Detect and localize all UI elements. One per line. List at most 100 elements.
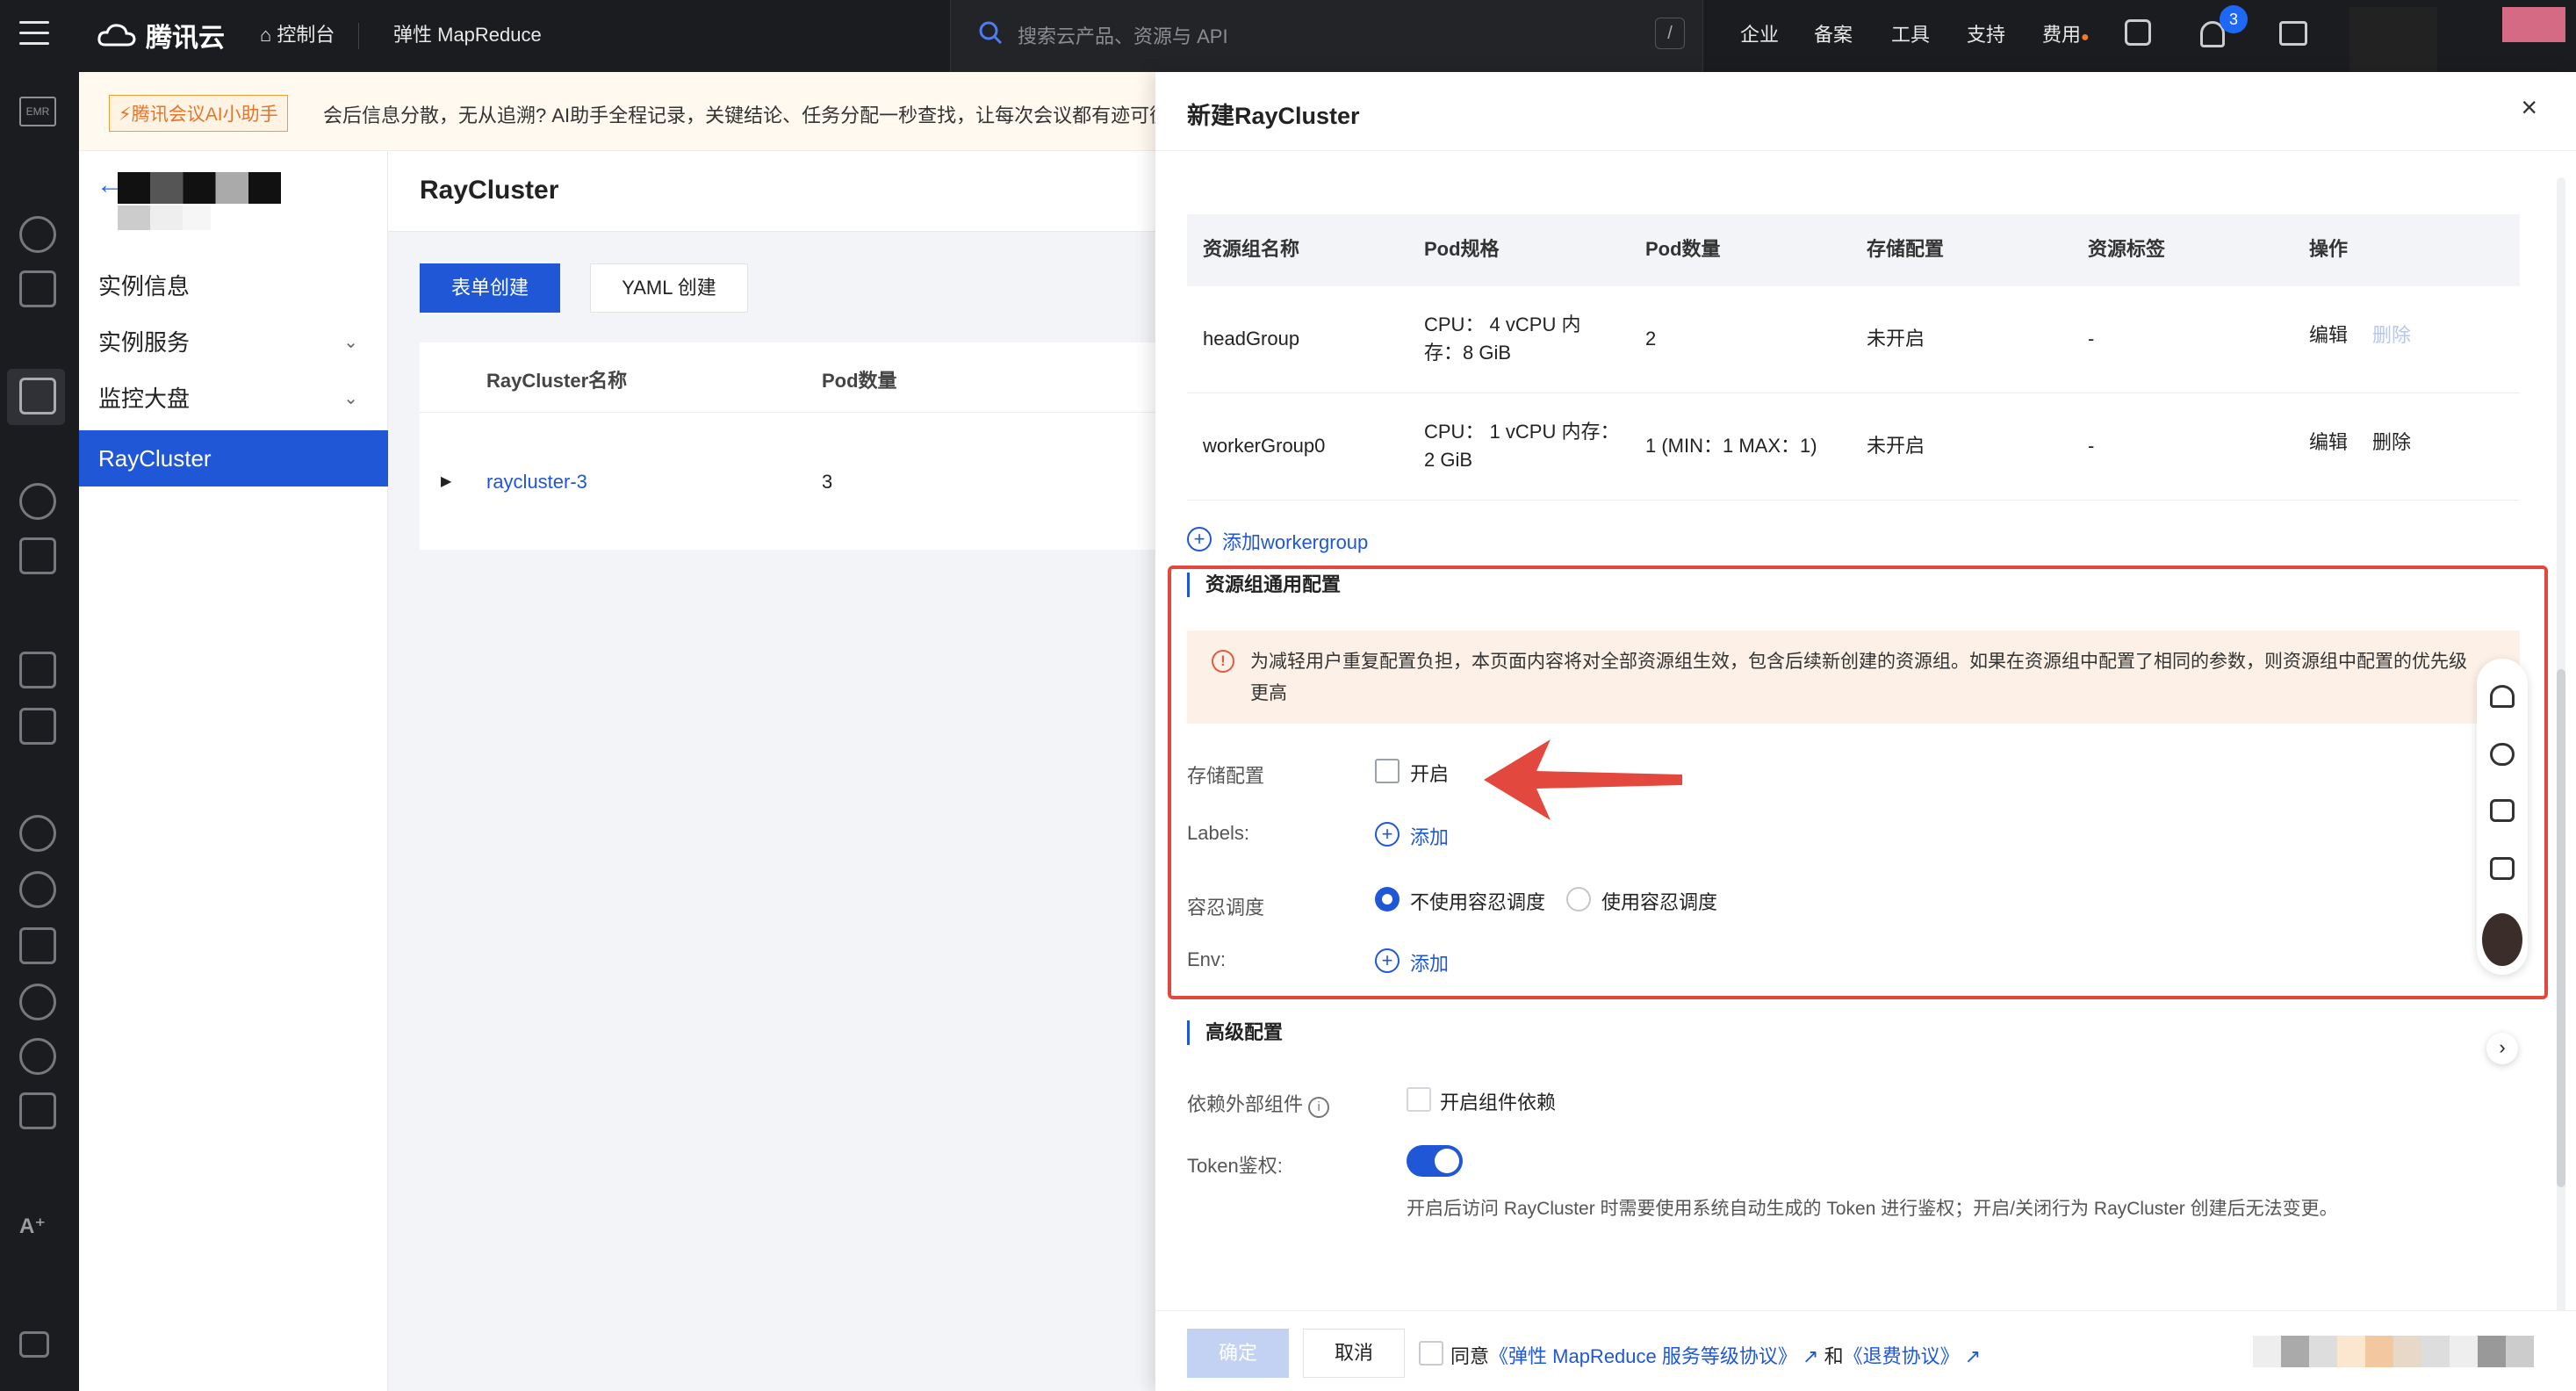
product-link[interactable]: 弹性 MapReduce	[393, 19, 542, 47]
storage-config-label: 存储配置	[1187, 765, 1265, 787]
globe-icon[interactable]	[19, 984, 56, 1020]
yaml-create-button[interactable]: YAML 创建	[590, 263, 748, 313]
refund-link[interactable]: 《退费协议》	[1844, 1345, 1960, 1367]
emr-icon[interactable]: EMR	[19, 97, 56, 126]
document-icon[interactable]	[19, 270, 56, 307]
lightning-icon[interactable]	[19, 483, 56, 520]
sidebar-item-raycluster[interactable]: RayCluster	[79, 430, 388, 486]
user-settings-icon[interactable]	[19, 815, 56, 852]
sidebar-item-monitoring[interactable]: 监控大盘 ⌄	[79, 371, 388, 427]
storage-enable-checkbox[interactable]	[1375, 759, 1400, 783]
cancel-button[interactable]: 取消	[1303, 1329, 1405, 1378]
sla-link[interactable]: 《弹性 MapReduce 服务等级协议》	[1489, 1345, 1797, 1367]
info-icon[interactable]: i	[1308, 1097, 1330, 1118]
nav-support[interactable]: 支持	[1967, 19, 2005, 47]
close-icon[interactable]: ×	[2521, 91, 2537, 124]
sidebar-item-instance-info[interactable]: 实例信息	[79, 258, 388, 314]
toleration-off-radio[interactable]	[1375, 887, 1400, 912]
report-icon[interactable]	[19, 927, 56, 964]
warning-icon: !	[1212, 650, 1234, 673]
menu-icon[interactable]	[19, 21, 49, 49]
cart-icon[interactable]	[2279, 21, 2307, 46]
ai-icon[interactable]: A⁺	[19, 1214, 46, 1239]
nav-enterprise[interactable]: 企业	[1740, 19, 1779, 47]
scrollbar[interactable]	[2557, 177, 2565, 1345]
cloud-icon[interactable]	[2490, 743, 2515, 766]
sidebar-item-label: 实例服务	[98, 329, 191, 356]
feedback-icon[interactable]	[2490, 857, 2515, 880]
token-auth-toggle[interactable]	[1407, 1145, 1463, 1177]
headset-icon[interactable]	[2490, 685, 2515, 708]
drawer-header: 新建RayCluster ×	[1155, 72, 2576, 151]
table-icon[interactable]	[19, 708, 56, 745]
agree-checkbox[interactable]	[1419, 1341, 1443, 1366]
shield-icon[interactable]	[19, 1038, 56, 1075]
console-link[interactable]: ⌂ 控制台	[260, 19, 335, 47]
collapse-panel-icon[interactable]	[19, 1331, 49, 1358]
group-labels: -	[2088, 435, 2095, 457]
col-header-name: RayCluster名称	[486, 370, 628, 392]
toleration-on-label: 使用容忍调度	[1601, 891, 1718, 913]
global-search[interactable]: 搜索云产品、资源与 API /	[950, 0, 1703, 72]
dashboard-icon[interactable]	[19, 216, 56, 253]
nav-billing[interactable]: 费用●	[2042, 19, 2090, 47]
resource-group-table: 资源组名称 Pod规格 Pod数量 存储配置 资源标签 操作 headGroup…	[1187, 214, 2520, 501]
nav-filing[interactable]: 备案	[1814, 19, 1853, 47]
add-circle-icon[interactable]: +	[1375, 822, 1400, 847]
account-pixelated[interactable]	[2349, 7, 2437, 72]
banner-tag-label: 腾讯会议AI小助手	[131, 105, 278, 125]
and-label: 和	[1824, 1345, 1844, 1367]
dependency-checkbox[interactable]	[1407, 1087, 1431, 1112]
token-auth-label: Token鉴权:	[1187, 1155, 1283, 1177]
labels-label: Labels:	[1187, 822, 1249, 844]
banner-text: 会后信息分散，无从追溯? AI助手全程记录，关键结论、任务分配一秒查找，让每次会…	[323, 105, 1169, 126]
add-label-link[interactable]: 添加	[1410, 822, 1449, 850]
col-header: 存储配置	[1867, 238, 1945, 260]
add-env-link[interactable]: 添加	[1410, 948, 1449, 977]
group-name: workerGroup0	[1203, 435, 1326, 457]
drawer-title: 新建RayCluster	[1187, 103, 1360, 129]
add-circle-icon[interactable]: +	[1375, 948, 1400, 973]
group-pods: 1 (MIN：1 MAX：1)	[1645, 435, 1817, 457]
form-create-button[interactable]: 表单创建	[420, 263, 560, 313]
banner-tag[interactable]: ⚡腾讯会议AI小助手	[109, 95, 288, 132]
dependency-label: 依赖外部组件 i	[1187, 1089, 1330, 1118]
assistant-avatar[interactable]	[2482, 913, 2522, 966]
list-icon[interactable]	[19, 652, 56, 688]
chevron-right-icon[interactable]: ›	[2486, 1033, 2518, 1064]
toleration-on-radio[interactable]	[1566, 887, 1591, 912]
sidebar: ← 实例信息 实例服务 ⌄ 监控大盘 ⌄ RayCluster	[79, 151, 388, 1391]
table-cell-pods: 3	[822, 471, 833, 493]
filter-icon[interactable]	[19, 537, 56, 574]
instance-name-pixelated	[118, 172, 281, 204]
expand-arrow-icon[interactable]: ▶	[441, 472, 451, 490]
avatar[interactable]	[2502, 7, 2565, 42]
chart-icon[interactable]	[19, 1092, 56, 1129]
language-icon[interactable]	[2125, 19, 2151, 46]
col-header: 资源标签	[2088, 238, 2166, 260]
cube-icon[interactable]	[19, 378, 56, 414]
common-config-title: 资源组通用配置	[1187, 573, 1341, 597]
chevron-down-icon: ⌄	[343, 333, 358, 352]
book-icon[interactable]	[2490, 799, 2515, 822]
drawer-footer: 确定 取消 同意《弹性 MapReduce 服务等级协议》 ↗ 和《退费协议》 …	[1155, 1310, 2576, 1391]
confirm-button[interactable]: 确定	[1187, 1329, 1289, 1378]
chevron-down-icon: ⌄	[343, 389, 358, 408]
dependency-label-text: 依赖外部组件	[1187, 1093, 1304, 1115]
external-link-icon: ↗	[1802, 1345, 1819, 1367]
search-input[interactable]: 搜索云产品、资源与 API	[1018, 21, 1228, 49]
brand-name: 腾讯云	[146, 24, 225, 53]
pixelated-region	[2253, 1336, 2534, 1367]
brand-logo[interactable]: 腾讯云	[97, 16, 225, 54]
sidebar-item-instance-services[interactable]: 实例服务 ⌄	[79, 314, 388, 371]
monitor-icon[interactable]	[19, 871, 56, 908]
raycluster-link[interactable]: raycluster-3	[486, 471, 587, 494]
nav-tools[interactable]: 工具	[1891, 19, 1930, 47]
add-workergroup-link[interactable]: 添加workergroup	[1222, 527, 1368, 555]
col-header: Pod规格	[1424, 238, 1500, 260]
add-circle-icon[interactable]: +	[1187, 527, 1212, 551]
console-label: 控制台	[277, 24, 335, 46]
edit-button[interactable]: 编辑	[2309, 429, 2348, 457]
delete-button[interactable]: 删除	[2372, 429, 2411, 457]
edit-button[interactable]: 编辑	[2309, 321, 2348, 350]
